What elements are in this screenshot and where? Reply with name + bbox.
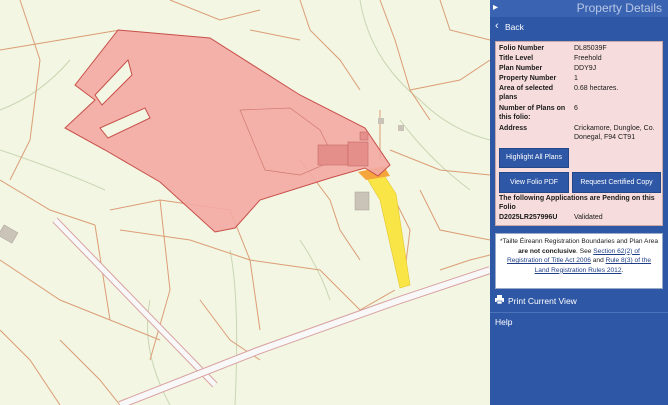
building [317, 144, 349, 166]
notice-text: and [590, 257, 606, 265]
back-button[interactable]: ‹ Back [490, 18, 668, 38]
highlight-all-plans-button[interactable]: Highlight All Plans [499, 148, 569, 168]
panel-header: ▸ Property Details [490, 0, 668, 17]
detail-key: Title Level [499, 55, 534, 62]
collapse-icon[interactable]: ▸ [493, 2, 498, 13]
detail-key: Plan Number [499, 65, 543, 72]
building [398, 125, 404, 131]
notice-text: . [621, 266, 624, 274]
print-label: Print Current View [508, 296, 577, 306]
building [378, 118, 384, 124]
button-label: View Folio PDF [509, 179, 559, 186]
chevron-left-icon: ‹ [495, 20, 499, 32]
folio-details: Folio Number DL85039F Title Level Freeho… [495, 41, 663, 226]
detail-value: 6 [574, 105, 578, 112]
detail-key: Folio Number [499, 45, 545, 52]
detail-key: Number of Plans on this folio: [499, 105, 566, 121]
disclaimer-notice: *Tailte Éireann Registration Boundaries … [495, 233, 663, 289]
map-view[interactable] [0, 0, 490, 405]
notice-emphasis: are not conclusive [518, 247, 577, 255]
application-status: Validated [574, 214, 603, 221]
button-label: Request Certified Copy [580, 179, 653, 186]
print-current-view-button[interactable]: Print Current View [490, 292, 668, 310]
help-link[interactable]: Help [490, 312, 668, 329]
notice-text: *Tailte Éireann Registration Boundaries … [500, 238, 658, 245]
application-id: D2025LR257996U [499, 214, 558, 221]
button-label: Highlight All Plans [505, 154, 563, 161]
notice-text: . See [576, 247, 594, 255]
detail-key: Address [499, 125, 528, 132]
pending-heading: The following Applications are Pending o… [499, 195, 655, 211]
detail-key: Area of selected plans [499, 85, 554, 101]
view-folio-pdf-button[interactable]: View Folio PDF [499, 172, 569, 193]
detail-value: 0.68 hectares. [574, 85, 619, 92]
detail-value: DL85039F [574, 45, 607, 52]
detail-value: 1 [574, 75, 578, 82]
help-label: Help [495, 317, 513, 327]
panel-title: Property Details [576, 1, 662, 15]
map-canvas[interactable] [0, 0, 490, 405]
request-certified-copy-button[interactable]: Request Certified Copy [572, 172, 661, 193]
building [354, 191, 370, 211]
detail-key: Property Number [499, 75, 557, 82]
printer-icon [495, 295, 504, 306]
building [347, 141, 369, 167]
detail-value: DDY9J [574, 65, 597, 72]
building [359, 131, 369, 141]
back-label: Back [505, 22, 524, 32]
detail-value: Crickamore, Dungloe, Co. Donegal, F94 CT… [574, 125, 655, 141]
property-details-panel: ▸ Property Details ‹ Back Folio Number D… [490, 0, 668, 405]
detail-value: Freehold [574, 55, 602, 62]
